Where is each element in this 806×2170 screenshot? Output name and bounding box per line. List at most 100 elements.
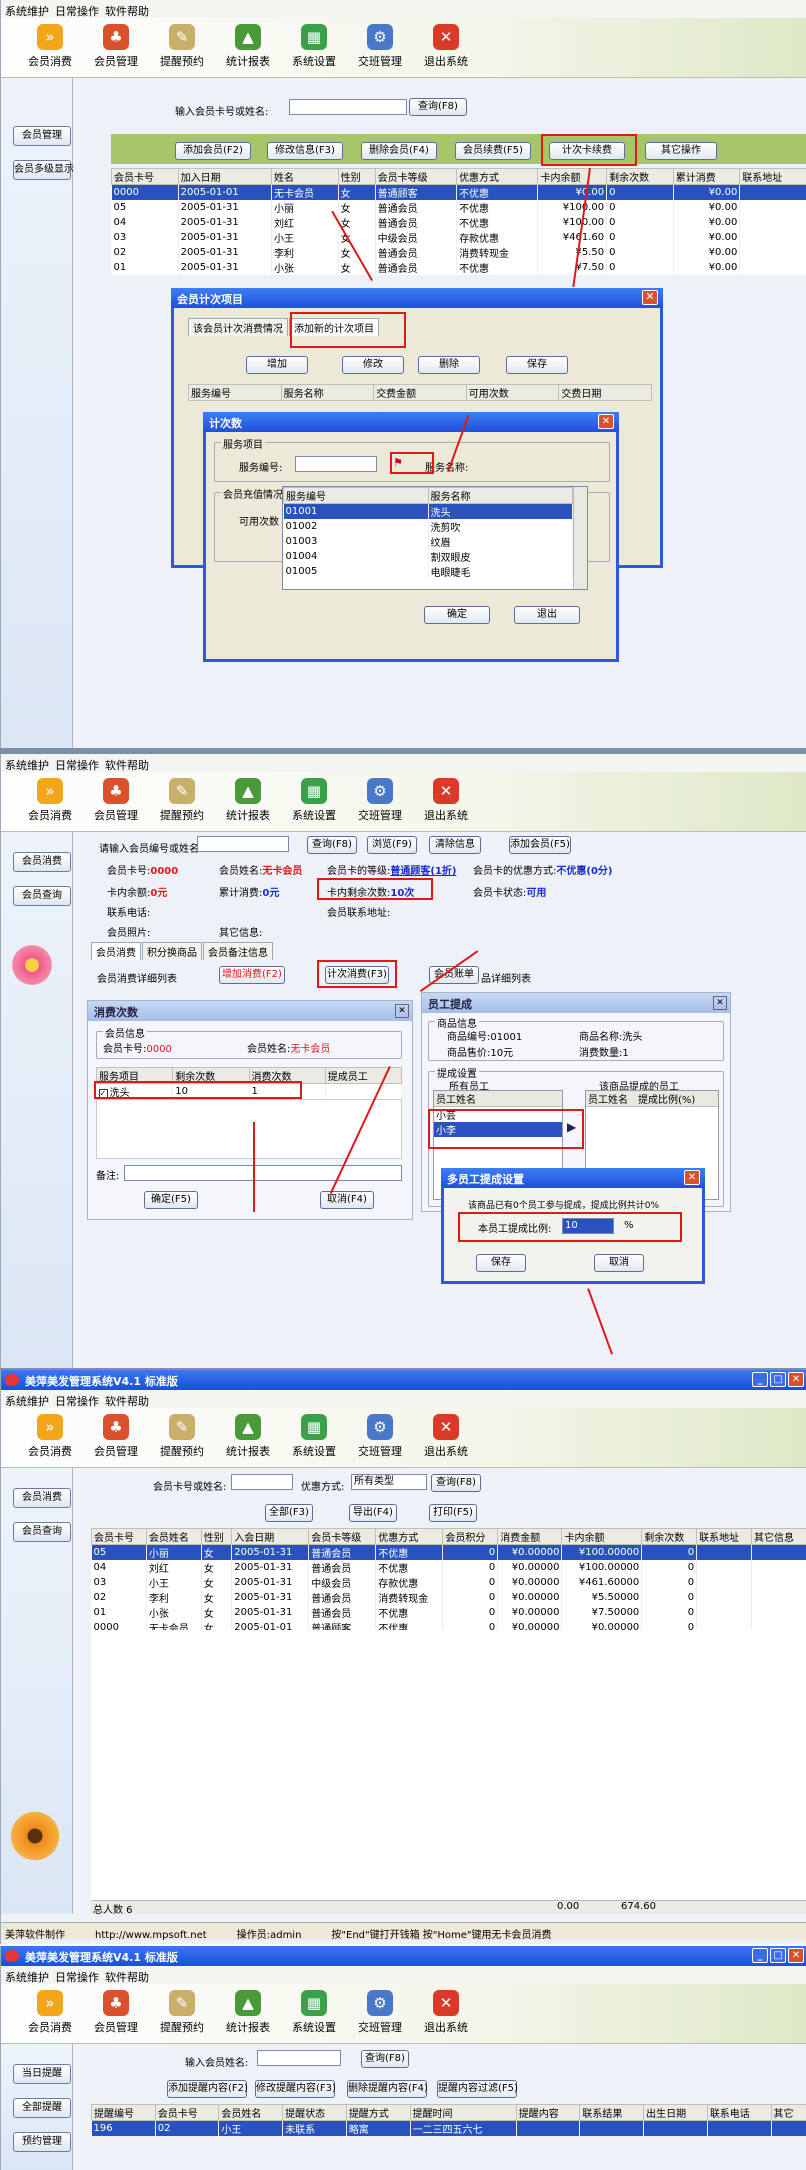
column-header[interactable]: 优惠方式 (456, 168, 539, 185)
other-actions-button[interactable]: 其它操作 (645, 142, 717, 160)
table-row[interactable]: 01002 洗剪吹 (283, 519, 573, 534)
table-row[interactable]: 04 2005-01-31 刘红女普通会员 不优惠 ¥100.00 0 ¥0.00 (111, 215, 806, 230)
column-header[interactable]: 服务名称 (427, 487, 573, 504)
menu-system[interactable]: 系统维护 (5, 759, 49, 772)
toolbar-button-5[interactable]: ⚙ 交班管理 (347, 772, 413, 831)
column-header[interactable]: 加入日期 (177, 168, 273, 185)
column-header[interactable]: 会员卡等级 (308, 1528, 377, 1545)
toolbar-button-5[interactable]: ⚙ 交班管理 (347, 18, 413, 77)
sidebar-member-consumption[interactable]: 会员消费 (13, 1488, 71, 1508)
table-row[interactable]: 01004 割双眼皮 (283, 549, 573, 564)
menu-system[interactable]: 系统维护 (5, 1971, 49, 1984)
column-header[interactable]: 提醒状态 (282, 2104, 347, 2121)
column-header[interactable]: 联系地址 (696, 1528, 753, 1545)
menu-help[interactable]: 软件帮助 (105, 1395, 149, 1408)
close-icon[interactable]: ✕ (642, 290, 658, 305)
column-header[interactable]: 其它信息 (751, 1528, 806, 1545)
close-icon[interactable]: ✕ (788, 1948, 804, 1963)
tab-notes[interactable]: 会员备注信息 (203, 942, 273, 960)
discount-select[interactable]: 所有类型 (351, 1474, 427, 1490)
status-url[interactable]: http://www.mpsoft.net (95, 1930, 207, 1941)
save-button[interactable]: 保存 (506, 356, 568, 374)
sidebar-member-query[interactable]: 会员查询 (13, 886, 71, 906)
close-icon[interactable]: ✕ (713, 996, 727, 1010)
toolbar-button-2[interactable]: ✎ 提醒预约 (149, 1408, 215, 1467)
toolbar-button-3[interactable]: ▲ 统计报表 (215, 1984, 281, 2043)
menu-help[interactable]: 软件帮助 (105, 759, 149, 772)
toolbar-button-0[interactable]: » 会员消费 (17, 1408, 83, 1467)
maximize-icon[interactable]: □ (770, 1948, 786, 1963)
filter-reminder-button[interactable]: 提醒内容过滤(F5) (437, 2080, 518, 2098)
sidebar-today-reminder[interactable]: 当日提醒 (13, 2064, 71, 2084)
toolbar-button-0[interactable]: » 会员消费 (17, 772, 83, 831)
tab-count-history[interactable]: 该会员计次消费情况 (188, 318, 288, 336)
table-row[interactable]: 04 刘红女 2005-01-31 普通会员 不优惠 0 ¥0.00000 ¥100.0000… (91, 1560, 806, 1575)
toolbar-button-4[interactable]: ▦ 系统设置 (281, 1984, 347, 2043)
column-header[interactable]: 消费金额 (497, 1528, 563, 1545)
column-header[interactable]: 其它 (770, 2104, 806, 2121)
sidebar-appointments[interactable]: 预约管理 (13, 2132, 71, 2152)
close-icon[interactable]: ✕ (598, 414, 614, 429)
menu-system[interactable]: 系统维护 (5, 5, 49, 18)
column-header[interactable]: 交费金额 (373, 384, 467, 401)
exit-button[interactable]: 退出 (514, 606, 580, 624)
cancel-button[interactable]: 取消(F4) (320, 1191, 374, 1209)
toolbar-button-0[interactable]: » 会员消费 (17, 18, 83, 77)
search-input[interactable] (289, 99, 407, 115)
toolbar-button-2[interactable]: ✎ 提醒预约 (149, 1984, 215, 2043)
table-row[interactable]: 05 小丽女 2005-01-31 普通会员 不优惠 0 ¥0.00000 ¥100.0000… (91, 1544, 806, 1560)
edit-reminder-button[interactable]: 修改提醒内容(F3) (255, 2080, 336, 2098)
toolbar-button-5[interactable]: ⚙ 交班管理 (347, 1408, 413, 1467)
toolbar-button-4[interactable]: ▦ 系统设置 (281, 18, 347, 77)
table-row[interactable]: 03 小王女 2005-01-31 中级会员 存款优惠 0 ¥0.00000 ¥461.600… (91, 1575, 806, 1590)
menu-system[interactable]: 系统维护 (5, 1395, 49, 1408)
search-input[interactable] (231, 1474, 293, 1490)
search-button[interactable]: 查询(F8) (409, 98, 467, 116)
ok-button[interactable]: 确定 (424, 606, 490, 624)
column-header[interactable]: 会员姓名 (218, 2104, 284, 2121)
table-row[interactable]: 01 小张女 2005-01-31 普通会员 不优惠 0 ¥0.00000 ¥7.50000 0 (91, 1605, 806, 1620)
menu-daily[interactable]: 日常操作 (55, 1971, 99, 1984)
print-button[interactable]: 打印(F5) (429, 1504, 477, 1522)
add-member-button[interactable]: 添加会员(F5) (509, 836, 571, 854)
toolbar-button-6[interactable]: ✕ 退出系统 (413, 1984, 479, 2043)
column-header[interactable]: 入会日期 (231, 1528, 310, 1545)
column-header[interactable]: 姓名 (271, 168, 339, 185)
column-header[interactable]: 会员卡号 (91, 1528, 147, 1545)
column-header[interactable]: 联系地址 (739, 168, 806, 185)
sidebar-member-query[interactable]: 会员查询 (13, 1522, 71, 1542)
toolbar-button-2[interactable]: ✎ 提醒预约 (149, 772, 215, 831)
column-header[interactable]: 累计消费 (672, 168, 741, 185)
column-header[interactable]: 优惠方式 (375, 1528, 444, 1545)
column-header[interactable]: 服务编号 (283, 487, 429, 504)
search-input[interactable] (197, 836, 289, 852)
note-input[interactable] (124, 1165, 402, 1181)
menu-daily[interactable]: 日常操作 (55, 1395, 99, 1408)
table-row[interactable]: 02 李利女 2005-01-31 普通会员 消费转现金 0 ¥0.00000 ¥5.5000… (91, 1590, 806, 1605)
column-header[interactable]: 会员卡号 (111, 168, 179, 185)
cancel-button[interactable]: 取消 (594, 1254, 644, 1272)
toolbar-button-2[interactable]: ✎ 提醒预约 (149, 18, 215, 77)
toolbar-button-5[interactable]: ⚙ 交班管理 (347, 1984, 413, 2043)
ok-button[interactable]: 确定(F5) (144, 1191, 198, 1209)
clear-button[interactable]: 清除信息 (429, 836, 481, 854)
scrollbar[interactable] (573, 487, 587, 589)
sidebar-member-consumption[interactable]: 会员消费 (13, 852, 71, 872)
column-header[interactable]: 提醒编号 (91, 2104, 156, 2121)
add-button[interactable]: 增加 (246, 356, 308, 374)
tab-points[interactable]: 积分换商品 (142, 942, 202, 960)
toolbar-button-3[interactable]: ▲ 统计报表 (215, 1408, 281, 1467)
table-row[interactable]: 01 2005-01-31 小张女普通会员 不优惠 ¥7.50 0 ¥0.00 (111, 260, 806, 275)
sidebar-member-management[interactable]: 会员管理 (13, 126, 71, 146)
browse-button[interactable]: 浏览(F9) (367, 836, 417, 854)
maximize-icon[interactable]: □ (770, 1372, 786, 1387)
search-button[interactable]: 查询(F8) (361, 2050, 409, 2068)
menu-daily[interactable]: 日常操作 (55, 759, 99, 772)
column-header[interactable]: 卡内余额 (561, 1528, 643, 1545)
menu-daily[interactable]: 日常操作 (55, 5, 99, 18)
toolbar-button-6[interactable]: ✕ 退出系统 (413, 772, 479, 831)
table-row[interactable]: 01005 电眼睫毛 (283, 564, 573, 579)
toolbar-button-6[interactable]: ✕ 退出系统 (413, 18, 479, 77)
table-row[interactable]: 196 02 小王 未联系 略寓 一二三四五六七 (91, 2120, 806, 2136)
table-row[interactable]: 052005-01-31小丽女普通会员不优惠¥100.000¥0.00 (111, 200, 806, 215)
